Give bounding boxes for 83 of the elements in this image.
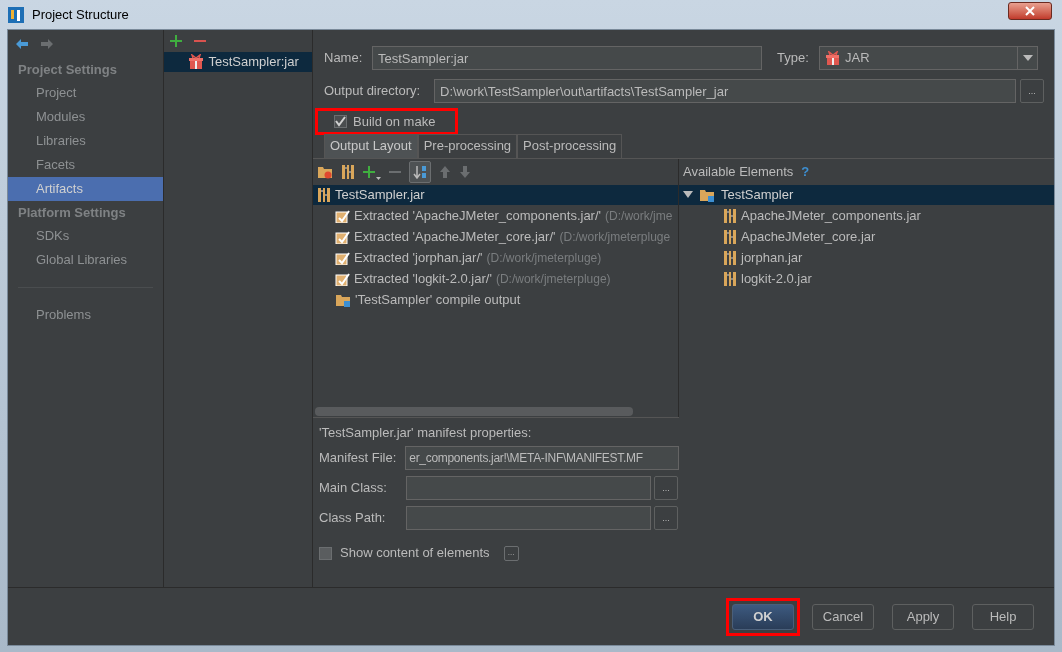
options-button[interactable]: ... <box>503 545 519 561</box>
section-heading: Project Settings <box>17 61 118 79</box>
sort-icon <box>413 165 427 179</box>
name-field[interactable]: TestSampler:jar <box>372 46 762 70</box>
app-logo-icon <box>8 6 24 23</box>
scrollbar-thumb[interactable] <box>315 407 633 416</box>
browse-button[interactable]: ... <box>654 506 678 530</box>
back-arrow-icon[interactable] <box>15 38 29 50</box>
dialog-button[interactable]: Cancel <box>812 603 874 630</box>
tree-row[interactable]: TestSampler.jar <box>313 185 678 205</box>
archive-icon <box>723 207 737 224</box>
sidebar-item[interactable]: Artifacts <box>8 177 164 201</box>
extracted-icon <box>335 208 350 223</box>
add-icon[interactable] <box>170 35 183 47</box>
gift-icon <box>825 51 839 65</box>
tab[interactable]: Post-processing <box>517 134 623 158</box>
tree-row[interactable]: jorphan.jar <box>679 247 1054 268</box>
tree-row[interactable]: logkit-2.0.jar <box>679 268 1054 289</box>
field-label: Manifest File: <box>319 449 398 468</box>
extracted-icon <box>335 229 350 244</box>
sidebar-item[interactable]: Facets <box>8 153 164 177</box>
close-icon <box>1025 5 1035 16</box>
move-up-icon[interactable] <box>439 165 451 179</box>
tab[interactable]: Output Layout <box>324 134 418 158</box>
browse-button[interactable]: ... <box>1020 79 1044 103</box>
help-link[interactable]: ? <box>801 162 810 182</box>
sidebar-item[interactable]: Libraries <box>8 129 164 153</box>
move-down-icon[interactable] <box>459 165 471 179</box>
tree-row[interactable]: ApacheJMeter_core.jar <box>679 226 1054 247</box>
archive-icon <box>723 228 737 245</box>
forward-arrow-icon[interactable] <box>40 38 54 50</box>
close-button[interactable] <box>1008 1 1052 20</box>
window-title: Project Structure <box>32 5 129 24</box>
field-label: Class Path: <box>319 509 387 528</box>
folder-icon <box>699 187 715 203</box>
tree-row[interactable]: Extracted 'ApacheJMeter_components.jar/' (D:/work/jme <box>313 205 678 226</box>
input-field[interactable]: er_components.jar!\META-INF\MANIFEST.MF <box>405 446 679 470</box>
sidebar-item[interactable]: SDKs <box>8 224 164 248</box>
sidebar-item[interactable]: Modules <box>8 105 164 129</box>
artifact-item[interactable]: TestSampler:jar <box>164 52 312 72</box>
path-hint: (D:/work/jmeterpluge <box>559 228 671 246</box>
tree-row[interactable]: 'TestSampler' compile output <box>313 289 678 310</box>
dropdown-arrow-icon <box>1022 55 1033 61</box>
panel-title: Available Elements <box>683 163 794 182</box>
input-field[interactable] <box>406 476 651 500</box>
sidebar-item[interactable]: Project <box>8 81 164 105</box>
add-dropdown-icon[interactable] <box>363 164 381 180</box>
field-label: Type: <box>777 49 810 68</box>
archive-icon <box>723 270 737 287</box>
field-label: Name: <box>324 49 364 68</box>
check-icon <box>335 116 346 127</box>
section-title: 'TestSampler.jar' manifest properties: <box>319 424 533 442</box>
expanded-arrow-icon <box>683 190 693 200</box>
type-dropdown[interactable]: JAR <box>819 46 1038 70</box>
path-hint: (D:/work/jmeterpluge) <box>495 270 611 288</box>
sidebar-item[interactable]: Global Libraries <box>8 248 164 272</box>
dialog-button[interactable]: Apply <box>892 603 954 630</box>
archive-icon[interactable] <box>341 164 355 180</box>
input-field[interactable] <box>406 506 651 530</box>
output-directory-field[interactable]: D:\work\TestSampler\out\artifacts\TestSampler_jar <box>434 79 1016 103</box>
path-hint: (D:/work/jme <box>605 207 673 225</box>
tab[interactable]: Pre-processing <box>417 134 518 158</box>
sidebar-item[interactable]: Problems <box>8 303 164 327</box>
dialog-button[interactable]: OK <box>732 603 794 630</box>
sort-button[interactable] <box>409 161 431 183</box>
field-label: Output directory: <box>324 82 422 101</box>
browse-button[interactable]: ... <box>654 476 678 500</box>
show-content-checkbox[interactable]: Show content of elements <box>319 543 490 563</box>
new-folder-icon[interactable] <box>317 164 333 180</box>
extracted-icon <box>335 271 350 286</box>
tree-row[interactable]: ApacheJMeter_components.jar <box>679 205 1054 226</box>
dialog-button[interactable]: Help <box>972 603 1034 630</box>
tree-row[interactable]: Extracted 'ApacheJMeter_core.jar/' (D:/work/jmeterpluge <box>313 226 678 247</box>
tree-row[interactable]: Extracted 'logkit-2.0.jar/' (D:/work/jmeterpluge) <box>313 268 678 289</box>
archive-icon <box>723 249 737 266</box>
tree-row[interactable]: TestSampler <box>679 185 1054 205</box>
archive-icon <box>317 187 331 203</box>
gift-icon <box>188 54 205 70</box>
tree-row[interactable]: Extracted 'jorphan.jar/' (D:/work/jmeterpluge) <box>313 247 678 268</box>
section-heading: Platform Settings <box>17 204 127 222</box>
path-hint: (D:/work/jmeterpluge) <box>486 249 602 267</box>
extracted-icon <box>335 250 350 265</box>
field-label: Main Class: <box>319 479 388 498</box>
